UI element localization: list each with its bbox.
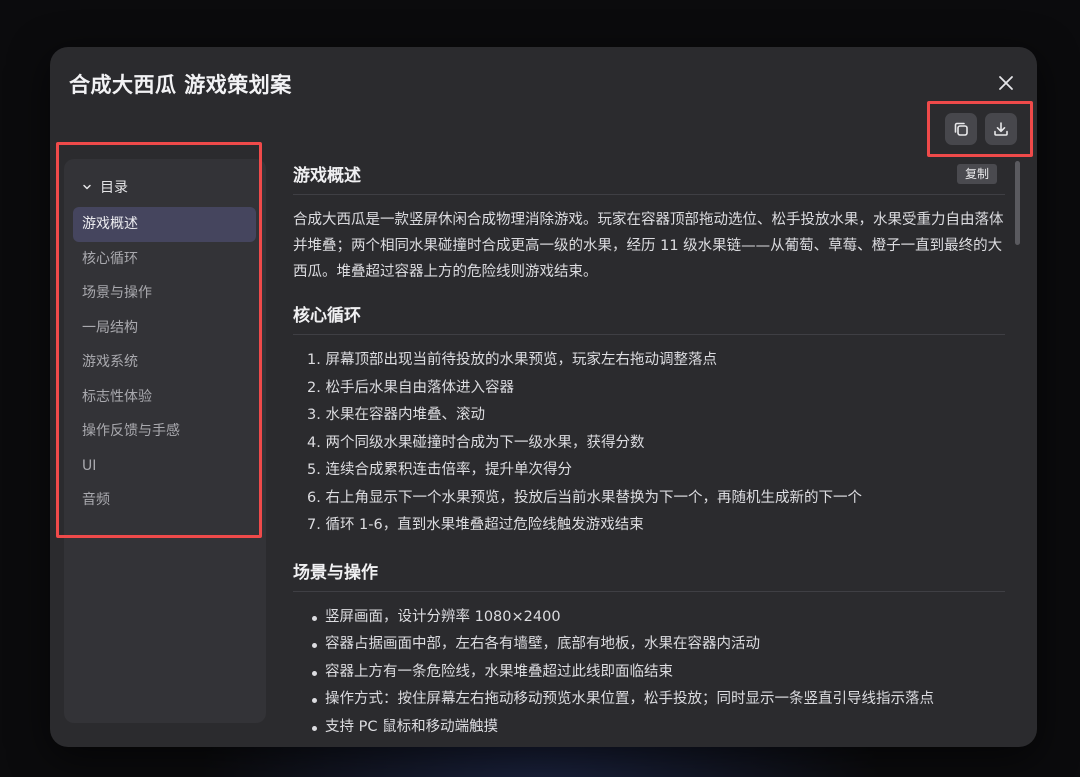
section-heading: 核心循环 (293, 301, 1005, 335)
close-button[interactable] (995, 72, 1017, 94)
close-icon (999, 76, 1013, 90)
toc-item[interactable]: 音频 (73, 483, 256, 518)
toc-list: 游戏概述 核心循环 场景与操作 一局结构 游戏系统 标志性体验 操作反馈与手感 … (73, 207, 256, 518)
list-item: 容器上方有一条危险线，水果堆叠超过此线即面临结束 (293, 659, 1005, 687)
toc-item[interactable]: 游戏概述 (73, 207, 256, 242)
list-item: 支持 PC 鼠标和移动端触摸 (293, 714, 1005, 742)
content-scrollbar[interactable] (1015, 161, 1020, 245)
toc-item[interactable]: 游戏系统 (73, 345, 256, 380)
list-item: 4. 两个同级水果碰撞时合成为下一级水果，获得分数 (307, 434, 645, 451)
copy-icon (954, 122, 968, 136)
list-item: 容器占据画面中部，左右各有墙壁，底部有地板，水果在容器内活动 (293, 631, 1005, 659)
modal-title: 合成大西瓜 游戏策划案 (69, 73, 292, 97)
download-button[interactable] (985, 113, 1017, 145)
download-icon (994, 122, 1008, 136)
toc-item[interactable]: 核心循环 (73, 242, 256, 277)
list-item: 竖屏画面，设计分辨率 1080×2400 (293, 604, 1005, 632)
list-item: 5. 连续合成累积连击倍率，提升单次得分 (307, 462, 572, 478)
chevron-down-icon (83, 184, 91, 190)
toc-item[interactable]: 场景与操作 (73, 276, 256, 311)
toc-item[interactable]: 一局结构 (73, 311, 256, 346)
toc-toggle[interactable]: 目录 (82, 177, 128, 197)
annotation-highlight-actions (927, 101, 1033, 157)
toc-item[interactable]: UI (73, 449, 256, 484)
list-item: 1. 屏幕顶部出现当前待投放的水果预览，玩家左右拖动调整落点 (307, 352, 717, 368)
section-paragraph: 合成大西瓜是一款竖屏休闲合成物理消除游戏。玩家在容器顶部拖动选位、松手投放水果，… (293, 212, 1004, 280)
toc-title: 目录 (100, 180, 128, 196)
toc-item[interactable]: 标志性体验 (73, 380, 256, 415)
toc-item[interactable]: 操作反馈与手感 (73, 414, 256, 449)
list-item: 操作方式：按住屏幕左右拖动移动预览水果位置，松手投放；同时显示一条竖直引导线指示… (293, 686, 1005, 714)
section-heading: 游戏概述 (293, 161, 1005, 195)
list-item: 7. 循环 1-6，直到水果堆叠超过危险线触发游戏结束 (307, 517, 644, 533)
list-item: 6. 右上角显示下一个水果预览，投放后当前水果替换为下一个，再随机生成新的下一个 (307, 489, 862, 506)
list-item: 3. 水果在容器内堆叠、滚动 (307, 407, 485, 423)
toc-panel: 目录 游戏概述 核心循环 场景与操作 一局结构 游戏系统 标志性体验 操作反馈与… (64, 159, 266, 723)
document-content: 游戏概述 合成大西瓜是一款竖屏休闲合成物理消除游戏。玩家在容器顶部拖动选位、松手… (293, 161, 1005, 741)
plan-modal: 合成大西瓜 游戏策划案 复制 目录 游戏概述 核心循环 场景与操作 一局结构 游… (50, 47, 1037, 747)
section-heading: 场景与操作 (293, 558, 1005, 592)
copy-button[interactable] (945, 113, 977, 145)
list-item: 2. 松手后水果自由落体进入容器 (307, 379, 514, 396)
ordered-list: 1. 屏幕顶部出现当前待投放的水果预览，玩家左右拖动调整落点 2. 松手后水果自… (293, 347, 1005, 540)
bullet-list: 竖屏画面，设计分辨率 1080×2400 容器占据画面中部，左右各有墙壁，底部有… (293, 604, 1005, 742)
